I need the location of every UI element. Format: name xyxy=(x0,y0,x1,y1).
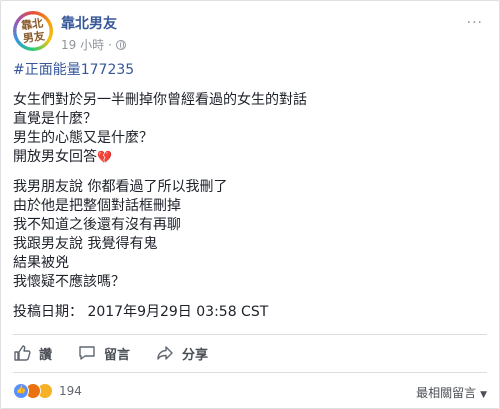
post-paragraph-2: 我男朋友說 你都看過了所以我刪了 由於他是把整個對話框刪掉 我不知道之後還有沒有… xyxy=(13,178,483,292)
comment-label: 留言 xyxy=(104,347,131,363)
post-line: 由於他是把整個對話框刪掉 xyxy=(13,198,181,214)
broken-heart-icon: 💔 xyxy=(97,150,112,164)
more-options-icon[interactable]: ··· xyxy=(467,15,483,31)
divider xyxy=(13,334,487,335)
post-paragraph-1: 女生們對於另一半刪掉你曾經看過的女生的對話 直覺是什麼？ 男生的心態又是什麼？ … xyxy=(13,91,483,167)
post-line-text: 開放男女回答 xyxy=(13,149,97,165)
page-name-link[interactable]: 靠北男友 xyxy=(61,13,117,33)
share-icon xyxy=(157,346,173,360)
post-line: 男生的心態又是什麼？ xyxy=(13,130,153,146)
comment-button[interactable]: 留言 xyxy=(78,344,130,363)
post-line: 我跟男友說 我覺得有鬼 xyxy=(13,236,158,252)
post-line: 直覺是什麼？ xyxy=(13,111,97,127)
post-line: 開放男女回答💔 xyxy=(13,148,483,167)
separator-dot: · xyxy=(108,37,112,52)
like-label: 讚 xyxy=(39,347,53,363)
post-card: 靠北男友 靠北男友 19 小時 · ··· #正面能量177235 女生們對於另… xyxy=(0,0,500,409)
action-bar: 讚 留言 分享 xyxy=(13,341,234,365)
hashtag-link[interactable]: #正面能量177235 xyxy=(13,61,483,80)
post-line: 我男朋友說 你都看過了所以我刪了 xyxy=(13,179,228,195)
like-reaction-icon xyxy=(13,383,29,399)
caret-down-icon: ▼ xyxy=(480,390,487,400)
comment-icon xyxy=(79,346,95,360)
share-button[interactable]: 分享 xyxy=(156,344,208,363)
post-meta: 19 小時 · xyxy=(61,36,126,53)
post-time[interactable]: 19 小時 xyxy=(61,36,104,53)
globe-icon xyxy=(115,39,126,50)
reaction-count: 194 xyxy=(59,384,82,398)
post-line: 我懷疑不應該嗎？ xyxy=(13,274,125,290)
post-content: #正面能量177235 女生們對於另一半刪掉你曾經看過的女生的對話 直覺是什麼？… xyxy=(13,61,483,322)
thumbs-up-icon xyxy=(14,345,31,361)
sort-label: 最相關留言 xyxy=(416,386,477,400)
comment-sort-dropdown[interactable]: 最相關留言 ▼ xyxy=(416,384,487,401)
reaction-summary[interactable]: 194 xyxy=(13,381,82,401)
avatar-logo-text: 靠北男友 xyxy=(20,16,46,46)
like-button[interactable]: 讚 xyxy=(13,344,52,363)
post-line: 女生們對於另一半刪掉你曾經看過的女生的對話 xyxy=(13,92,307,108)
post-line: 結果被兇 xyxy=(13,255,69,271)
post-header: 靠北男友 靠北男友 19 小時 · ··· xyxy=(13,11,483,55)
share-label: 分享 xyxy=(182,347,209,363)
post-submission-date: 投稿日期： 2017年9月29日 03:58 CST xyxy=(13,304,269,320)
page-avatar[interactable]: 靠北男友 xyxy=(13,11,53,51)
divider xyxy=(13,372,487,373)
post-line: 我不知道之後還有沒有再聊 xyxy=(13,217,181,233)
